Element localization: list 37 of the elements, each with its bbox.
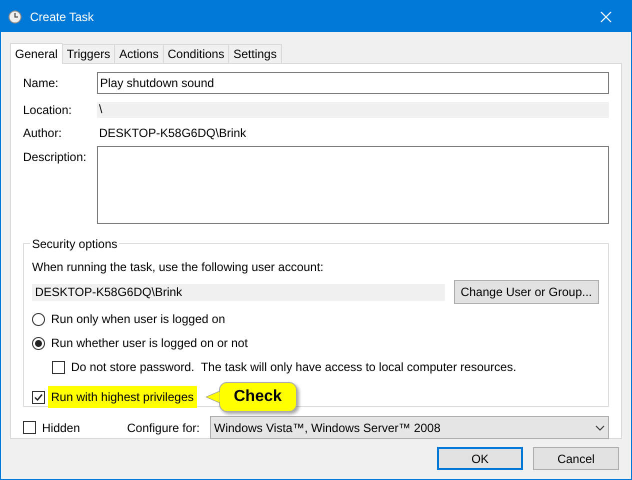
option-label: Run whether user is logged on or not	[51, 335, 248, 352]
chevron-down-icon	[595, 424, 605, 430]
tab[interactable]: General	[10, 43, 63, 64]
description-field[interactable]	[97, 146, 609, 224]
configure-label: Configure for:	[127, 420, 201, 436]
field-label: Description:	[23, 149, 88, 166]
hidden-label: Hidden	[42, 420, 80, 436]
close-icon[interactable]	[600, 10, 612, 22]
tab[interactable]: Settings	[229, 44, 282, 63]
configure-dropdown[interactable]: Windows Vista™, Windows Server™ 2008	[210, 416, 609, 439]
checkbox[interactable]	[32, 390, 45, 404]
checkmark-icon	[34, 392, 43, 402]
clock-icon	[8, 10, 22, 24]
location-value: \	[97, 102, 609, 118]
option-label: Run with highest privileges	[48, 386, 197, 408]
field-label: Location:	[23, 102, 73, 119]
change-user-button[interactable]: Change User or Group...	[454, 280, 599, 304]
checkbox[interactable]	[52, 360, 65, 374]
checkbox[interactable]	[23, 421, 36, 434]
dialog-button[interactable]: OK	[437, 447, 523, 470]
field-label: Name:	[23, 75, 60, 92]
option-label: Do not store password. The task will only have access to local computer resources.	[71, 359, 516, 376]
tab[interactable]: Actions	[115, 44, 164, 63]
account-value: DESKTOP-K58G6DQ\Brink	[32, 284, 445, 300]
author-value: DESKTOP-K58G6DQ\Brink	[99, 125, 246, 142]
radio-button[interactable]	[32, 312, 45, 326]
option-label: Run only when user is logged on	[51, 311, 226, 328]
account-prompt: When running the task, use the following user account:	[32, 259, 325, 276]
dialog-button[interactable]: Cancel	[533, 447, 619, 470]
tab[interactable]: Triggers	[62, 44, 116, 63]
callout-pointer-icon	[206, 391, 220, 403]
callout: Check	[218, 382, 297, 412]
field-label: Author:	[23, 125, 63, 142]
radio-button[interactable]	[32, 336, 45, 350]
name-field[interactable]: Play shutdown sound	[97, 72, 609, 94]
tab[interactable]: Conditions	[164, 44, 230, 63]
window-title: Create Task	[30, 8, 95, 26]
